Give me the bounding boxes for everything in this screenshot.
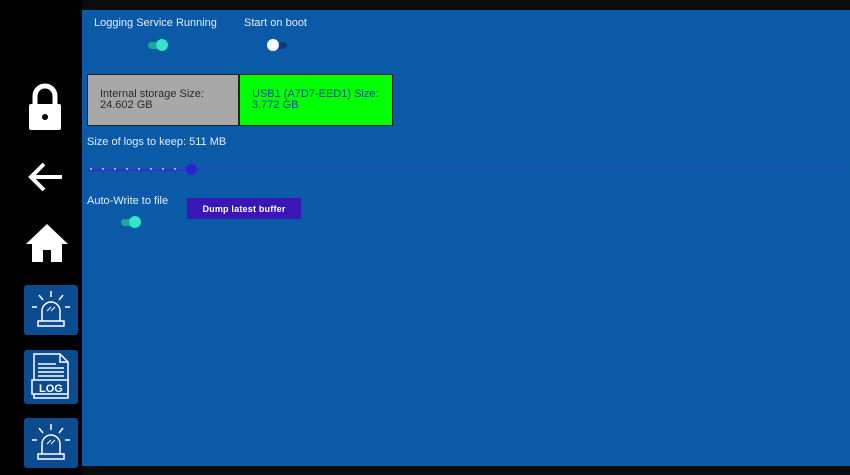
log-size-label: Size of logs to keep: 511 MB <box>87 136 227 148</box>
start-on-boot-label: Start on boot <box>244 17 307 29</box>
usb-storage-box[interactable]: USB1 (A7D7-EED1) Size: 3.772 GB <box>239 74 393 126</box>
back-button[interactable] <box>24 156 66 198</box>
log-tile[interactable]: LOG <box>24 350 78 404</box>
internal-storage-value: 24.602 GB <box>100 99 153 111</box>
log-size-slider[interactable] <box>82 163 850 177</box>
alarm-siren-icon <box>32 291 70 327</box>
alarm-tile[interactable] <box>24 418 78 468</box>
home-icon <box>26 224 68 262</box>
back-arrow-icon <box>28 162 62 192</box>
start-on-boot-toggle[interactable] <box>267 39 289 51</box>
logging-service-label: Logging Service Running <box>94 17 217 29</box>
alarm-tile[interactable] <box>24 285 78 335</box>
slider-tick <box>114 168 116 170</box>
main-panel: Logging Service Running Start on boot In… <box>82 10 850 466</box>
slider-tick <box>102 168 104 170</box>
log-file-icon <box>31 353 69 399</box>
sidebar: LOG <box>0 0 82 475</box>
slider-tick <box>126 168 128 170</box>
slider-inactive-track <box>188 169 848 170</box>
usb-storage-value: 3.772 GB <box>252 99 299 111</box>
slider-ticks <box>90 168 186 172</box>
alarm-siren-icon <box>32 424 70 460</box>
toggle-thumb <box>156 39 168 51</box>
log-tile-label: LOG <box>39 383 63 395</box>
dump-latest-buffer-button[interactable]: Dump latest buffer <box>187 198 301 219</box>
lock-icon <box>29 83 61 130</box>
lock-button[interactable] <box>24 82 66 132</box>
auto-write-toggle[interactable] <box>119 216 141 228</box>
slider-thumb[interactable] <box>186 164 197 175</box>
slider-tick <box>150 168 152 170</box>
slider-tick <box>174 168 176 170</box>
home-button[interactable] <box>24 220 70 266</box>
logging-service-toggle[interactable] <box>146 39 168 51</box>
slider-tick <box>90 168 92 170</box>
slider-tick <box>138 168 140 170</box>
internal-storage-box: Internal storage Size: 24.602 GB <box>87 74 239 126</box>
auto-write-label: Auto-Write to file <box>87 195 169 207</box>
toggle-thumb <box>267 39 279 51</box>
slider-tick <box>162 168 164 170</box>
toggle-thumb <box>129 216 141 228</box>
